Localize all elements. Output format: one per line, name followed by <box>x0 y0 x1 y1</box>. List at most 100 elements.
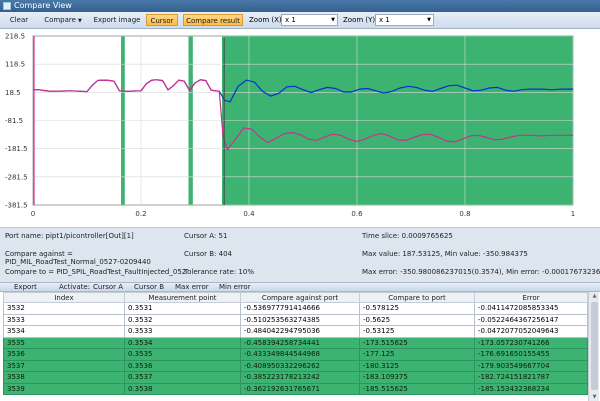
table-cell: -183.109375 <box>359 371 475 384</box>
table-cell: 0.3531 <box>124 302 241 315</box>
chevron-down-icon: ▼ <box>331 17 335 23</box>
table-cell: -185.515625 <box>359 382 475 395</box>
zoom-x-select[interactable]: x 1 ▼ <box>281 14 338 26</box>
table-cell: -179.903549667704 <box>474 359 588 372</box>
table-cell: -185.153432368234 <box>474 382 588 395</box>
table-cell: -177.125 <box>359 348 475 361</box>
compare-result-button[interactable]: Compare result <box>183 14 243 26</box>
table-cell: -0.0472077052049643 <box>474 325 588 338</box>
window-title: Compare View <box>14 1 72 10</box>
column-header[interactable]: Index <box>3 292 125 303</box>
activate-label: Activate: <box>59 283 91 291</box>
compare-against: Compare against = PID_MIL_RoadTest_Norma… <box>5 250 151 266</box>
zoom-x-label: Zoom (X): <box>249 16 285 24</box>
table-cell: 0.3533 <box>124 325 241 338</box>
table-row[interactable]: 3534 0.3533 -0.484042294795036 -0.53125 -0.0… <box>3 325 588 338</box>
export-button[interactable]: Export <box>14 283 37 292</box>
max-error-button[interactable]: Max error <box>175 283 209 292</box>
table-cell: 3533 <box>3 313 125 326</box>
results-table[interactable]: Index Measurement point Compare against po… <box>0 292 600 401</box>
table-cell: -0.578125 <box>359 302 475 315</box>
table-cell: 0.3538 <box>124 382 241 395</box>
table-cell: -0.0411472085853345 <box>474 302 588 315</box>
table-cell: 0.3536 <box>124 359 241 372</box>
chevron-down-icon: ▼ <box>77 18 82 24</box>
compare-button[interactable]: Compare ▼ <box>40 14 86 26</box>
table-cell: -0.362192631765671 <box>240 382 360 395</box>
table-cell: 3537 <box>3 359 125 372</box>
table-cell: 3538 <box>3 371 125 384</box>
toolbar: Clear Compare ▼ Export image Cursor Compa… <box>0 12 600 29</box>
table-row[interactable]: 3532 0.3531 -0.536977791414666 -0.578125 -0.… <box>3 302 588 315</box>
column-header[interactable]: Measurement point <box>124 292 241 303</box>
y-tick-label: -281.5 <box>5 173 28 181</box>
clear-button[interactable]: Clear <box>4 14 34 26</box>
table-cell: -0.385223178213242 <box>240 371 360 384</box>
x-tick-label: 0 <box>31 210 35 218</box>
table-row[interactable]: 3535 0.3534 -0.458394258734441 -173.515625-… <box>3 336 588 349</box>
table-cell: -182.724151821787 <box>474 371 588 384</box>
scroll-thumb[interactable] <box>591 302 598 390</box>
column-header[interactable]: Error <box>474 292 588 303</box>
data-table: Index Measurement point Compare against po… <box>3 292 588 395</box>
zoom-x-value: x 1 <box>285 16 296 24</box>
table-row[interactable]: 3538 0.3537 -0.385223178213242 -183.109375-… <box>3 371 588 384</box>
table-cell: 3534 <box>3 325 125 338</box>
column-header[interactable]: Compare to port <box>359 292 475 303</box>
min-error-button[interactable]: Min error <box>219 283 251 292</box>
cursor-b-button[interactable]: Cursor B <box>134 283 164 292</box>
vertical-scrollbar[interactable]: ▲ ▼ <box>588 292 599 401</box>
table-header: Index Measurement point Compare against po… <box>3 292 588 303</box>
y-tick-label: 18.5 <box>5 89 21 97</box>
table-row[interactable]: 3537 0.3536 -0.408950332296262 -180.3125 -17… <box>3 359 588 372</box>
table-cell: -0.458394258734441 <box>240 336 360 349</box>
x-tick-label: 0.8 <box>459 210 470 218</box>
table-cell: -0.5625 <box>359 313 475 326</box>
y-tick-label: 218.5 <box>5 33 25 41</box>
table-cell: 0.3535 <box>124 348 241 361</box>
info-panel: Port name: pipt1/picontroller[Out][1] Cu… <box>0 227 600 282</box>
max-min-value: Max value: 187.53125, Min value: -350.98… <box>362 250 528 258</box>
table-cell: 3536 <box>3 348 125 361</box>
chevron-down-icon: ▼ <box>427 17 431 23</box>
table-row[interactable]: 3533 0.3532 -0.510253563274385 -0.5625 -0.05… <box>3 313 588 326</box>
action-bar: Export Activate: Cursor A Cursor B Max e… <box>0 282 600 292</box>
y-tick-label: -81.5 <box>5 117 23 125</box>
compare-label: Compare <box>44 16 76 24</box>
table-cell: -0.53125 <box>359 325 475 338</box>
x-tick-label: 0.6 <box>351 210 363 218</box>
cursor-b-value: Cursor B: 404 <box>184 250 232 258</box>
compare-to: Compare to = PID_SPIL_RoadTest_FaultInje… <box>5 268 187 276</box>
title-bar: Compare View <box>0 0 600 12</box>
zoom-y-value: x 1 <box>379 16 390 24</box>
table-cell: 0.3534 <box>124 336 241 349</box>
y-tick-label: -381.5 <box>5 202 28 210</box>
table-cell: 3539 <box>3 382 125 395</box>
table-row[interactable]: 3536 0.3535 -0.433349844544968 -177.125 -176… <box>3 348 588 361</box>
zoom-y-select[interactable]: x 1 ▼ <box>375 14 434 26</box>
cursor-button[interactable]: Cursor <box>146 14 178 26</box>
table-cell: -0.510253563274385 <box>240 313 360 326</box>
cursor-a-button[interactable]: Cursor A <box>93 283 123 292</box>
table-cell: 0.3537 <box>124 371 241 384</box>
table-cell: -173.515625 <box>359 336 475 349</box>
table-cell: -176.691650155455 <box>474 348 588 361</box>
clear-label: Clear <box>9 16 29 24</box>
table-cell: -0.484042294795036 <box>240 325 360 338</box>
table-cell: -0.433349844544968 <box>240 348 360 361</box>
x-tick-label: 0.2 <box>135 210 146 218</box>
scroll-down-icon[interactable]: ▼ <box>590 393 599 401</box>
cursor-label: Cursor <box>150 17 174 25</box>
scroll-up-icon[interactable]: ▲ <box>590 292 599 300</box>
table-cell: -180.3125 <box>359 359 475 372</box>
table-row[interactable]: 3539 0.3538 -0.362192631765671 -185.515625-… <box>3 382 588 395</box>
column-header[interactable]: Compare against port <box>240 292 360 303</box>
table-cell: -0.408950332296262 <box>240 359 360 372</box>
y-tick-label: -181.5 <box>5 145 28 153</box>
export-image-button[interactable]: Export image <box>92 14 142 26</box>
port-name: Port name: pipt1/picontroller[Out][1] <box>5 232 134 240</box>
compare-chart[interactable]: 218.5 118.5 18.5 -81.5 -181.5 -281.5 -381.5 0 0.… <box>0 30 600 227</box>
tolerance-rate: Tolerance rate: 10% <box>184 268 254 276</box>
x-tick-label: 0.4 <box>243 210 255 218</box>
table-cell: 3532 <box>3 302 125 315</box>
